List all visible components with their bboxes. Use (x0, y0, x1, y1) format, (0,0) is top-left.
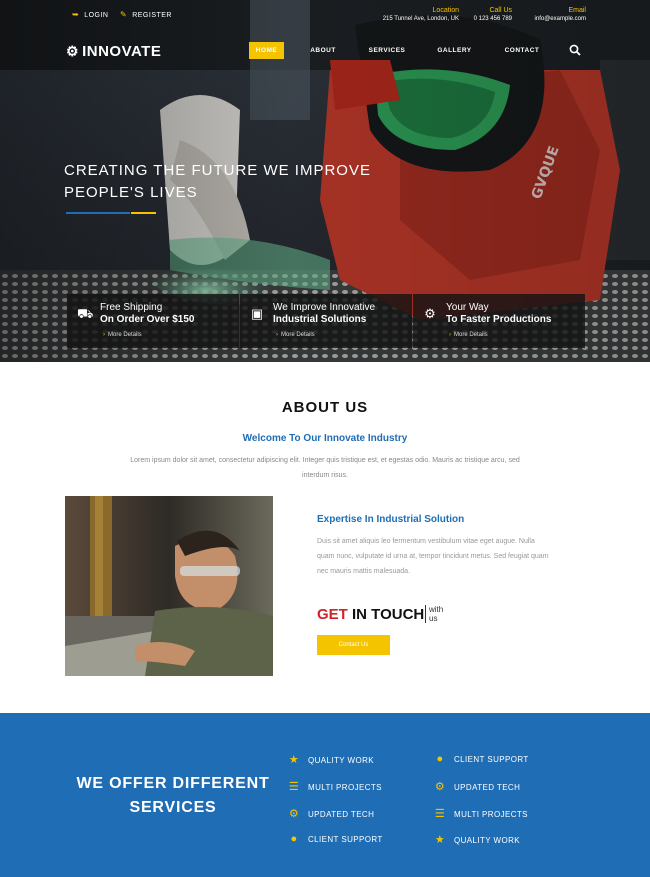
feature-more-label: More Details (108, 332, 142, 338)
about-heading: ABOUT US (281, 399, 369, 416)
hero-underline-yellow (131, 212, 156, 214)
email-label: Email (568, 7, 586, 14)
services-section: WE OFFER DIFFERENT SERVICES ★ QUALITY WOR… (0, 713, 650, 877)
service-label: CLIENT SUPPORT (454, 755, 529, 764)
services-heading-line2: SERVICES (129, 799, 217, 816)
server-icon: ☰ (288, 781, 300, 793)
register-link[interactable]: ✎ REGISTER (120, 10, 172, 19)
feature-more-label: More Details (454, 332, 488, 338)
get-in-touch-heading: GET IN TOUCH (317, 606, 424, 623)
service-item-client-support: ● CLIENT SUPPORT (287, 833, 383, 845)
service-label: QUALITY WORK (308, 756, 374, 765)
chevron-right-icon: › (276, 332, 278, 338)
login-icon: ➥ (72, 10, 80, 19)
factory-icon: ▣ (250, 306, 264, 321)
hero-title-line1: CREATING THE FUTURE WE IMPROVE (64, 162, 371, 179)
worker-photo (65, 496, 273, 676)
with-us-label: with us (425, 605, 443, 623)
hero-title-line2: PEOPLE'S LIVES (64, 184, 198, 201)
search-icon[interactable] (569, 44, 581, 56)
users-icon: ● (436, 753, 444, 765)
feature-more-link[interactable]: › More Details (449, 332, 488, 338)
service-label: QUALITY WORK (454, 836, 520, 845)
nav-about[interactable]: ABOUT (304, 42, 342, 59)
call-info: Call Us 0 123 456 789 (474, 7, 512, 22)
service-label: MULTI PROJECTS (454, 810, 528, 819)
gears-icon: ⚙ (424, 306, 436, 321)
service-item-quality-work: ★ QUALITY WORK (433, 833, 520, 846)
email-info: Email info@example.com (535, 7, 586, 22)
location-label: Location (432, 7, 459, 14)
location-value: 215 Tunnel Ave, London, UK (382, 16, 459, 22)
edit-icon: ✎ (120, 10, 128, 19)
email-value[interactable]: info@example.com (535, 16, 586, 22)
feature-line1: We Improve Innovative (273, 302, 376, 313)
hero-section: GVQUE ➥LOGIN ✎REGISTER Location 215 Tunn… (0, 0, 650, 362)
feature-more-link[interactable]: › More Details (103, 332, 142, 338)
contact-us-button[interactable]: Contact Us (317, 635, 390, 655)
about-subheading: Welcome To Our Innovate Industry (242, 433, 408, 444)
worker-photo-image (65, 496, 273, 676)
feature-card-solutions: ▣ We Improve Innovative Industrial Solut… (240, 294, 412, 348)
services-heading: WE OFFER DIFFERENT SERVICES (60, 772, 286, 820)
service-item-updated-tech: ⚙ UPDATED TECH (287, 807, 374, 820)
cogs-icon: ⚙ (434, 781, 446, 793)
service-label: UPDATED TECH (454, 783, 521, 792)
cogs-icon: ⚙ (288, 808, 300, 820)
service-item-client-support: ● CLIENT SUPPORT (433, 753, 529, 765)
register-label: REGISTER (132, 12, 172, 19)
expertise-heading: Expertise In Industrial Solution (317, 514, 465, 525)
nav-home[interactable]: HOME (249, 42, 284, 59)
nav-services[interactable]: SERVICES (362, 42, 412, 59)
chevron-right-icon: › (103, 332, 105, 338)
service-item-updated-tech: ⚙ UPDATED TECH (433, 780, 520, 793)
hero-title: CREATING THE FUTURE WE IMPROVE PEOPLE'S … (64, 160, 384, 204)
feature-line2: Industrial Solutions (273, 314, 367, 325)
login-label: LOGIN (84, 12, 109, 19)
call-label: Call Us (489, 7, 512, 14)
logo-text: INNOVATE (82, 43, 162, 60)
feature-line2: On Order Over $150 (100, 314, 195, 325)
in-touch-words: IN TOUCH (347, 606, 425, 623)
service-label: UPDATED TECH (308, 810, 375, 819)
service-label: MULTI PROJECTS (308, 783, 382, 792)
feature-line2: To Faster Productions (446, 314, 552, 325)
logo-gears-icon: ⚙ (66, 43, 80, 59)
service-label: CLIENT SUPPORT (308, 835, 383, 844)
with-word: with (429, 605, 444, 614)
about-paragraph: Lorem ipsum dolor sit amet, consectetur … (130, 457, 520, 479)
call-value: 0 123 456 789 (473, 16, 512, 22)
feature-more-link[interactable]: › More Details (276, 332, 315, 338)
star-icon: ★ (434, 834, 446, 846)
feature-card-productions: ⚙ Your Way To Faster Productions › More D… (413, 294, 585, 348)
location-info: Location 215 Tunnel Ave, London, UK (383, 7, 459, 22)
users-icon: ● (290, 833, 298, 845)
service-item-quality-work: ★ QUALITY WORK (287, 753, 374, 766)
service-item-multi-projects: ☰ MULTI PROJECTS (287, 780, 382, 793)
login-link[interactable]: ➥ LOGIN (72, 10, 109, 19)
feature-line1: Free Shipping (100, 302, 163, 313)
get-word: GET (317, 606, 348, 623)
hero-underline-blue (66, 212, 130, 214)
server-icon: ☰ (434, 808, 446, 820)
site-logo[interactable]: ⚙ INNOVATE (66, 43, 161, 60)
truck-icon: ⛟ (77, 306, 94, 321)
service-item-multi-projects: ☰ MULTI PROJECTS (433, 807, 528, 820)
feature-card-shipping: ⛟ Free Shipping On Order Over $150 › More… (67, 294, 239, 348)
services-heading-line1: WE OFFER DIFFERENT (76, 775, 270, 792)
expertise-paragraph: Duis sit amet aliquis leo fermentum vest… (317, 538, 549, 575)
nav-contact[interactable]: CONTACT (498, 42, 546, 59)
chevron-right-icon: › (449, 332, 451, 338)
us-word: us (429, 614, 438, 623)
feature-line1: Your Way (446, 302, 489, 313)
top-bar: ➥ LOGIN ✎ REGISTER Location 215 Tunnel Ave… (0, 0, 650, 32)
star-icon: ★ (288, 754, 300, 766)
nav-gallery[interactable]: GALLERY (432, 42, 477, 59)
main-navigation: ⚙ INNOVATE HOME ABOUT SERVICES GALLERY CO… (0, 32, 650, 70)
feature-more-label: More Details (281, 332, 315, 338)
